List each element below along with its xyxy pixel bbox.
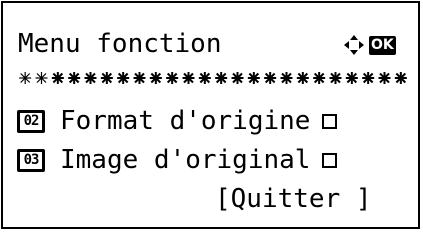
separator-star <box>117 72 130 84</box>
separator-star <box>149 72 162 84</box>
separator-star <box>35 72 48 84</box>
separator-star <box>362 72 375 84</box>
separator-star <box>247 72 260 84</box>
lcd-panel: Menu fonction OK 02 Format d'origine 03 … <box>1 1 420 229</box>
separator-star <box>198 72 211 84</box>
empty-checkbox-icon[interactable] <box>322 113 338 129</box>
separator-star <box>19 72 32 84</box>
item-number-badge: 02 <box>17 109 45 133</box>
progress-separator <box>17 71 409 85</box>
separator-star <box>68 72 81 84</box>
separator-star <box>313 72 326 84</box>
menu-item-label: Image d'original <box>60 145 311 175</box>
separator-star <box>166 72 179 84</box>
four-way-arrow-icon <box>343 34 365 56</box>
separator-star <box>51 72 64 84</box>
menu-item-label: Format d'origine <box>60 106 311 136</box>
separator-star <box>215 72 228 84</box>
screen-title: Menu fonction <box>18 29 222 59</box>
separator-star <box>394 72 407 84</box>
menu-item-image-original[interactable]: 03 Image d'original <box>17 145 338 175</box>
empty-checkbox-icon[interactable] <box>322 152 338 168</box>
separator-star <box>182 72 195 84</box>
separator-star <box>133 72 146 84</box>
navigation-hint: OK <box>343 31 396 59</box>
menu-item-format-origine[interactable]: 02 Format d'origine <box>17 106 338 136</box>
ok-key-icon: OK <box>369 35 396 55</box>
separator-star <box>378 72 391 84</box>
separator-star <box>280 72 293 84</box>
item-number-badge: 03 <box>17 148 45 172</box>
separator-star <box>264 72 277 84</box>
separator-star <box>100 72 113 84</box>
quit-option[interactable]: [Quitter ] <box>215 184 372 214</box>
separator-star <box>329 72 342 84</box>
separator-star <box>84 72 97 84</box>
separator-star <box>296 72 309 84</box>
separator-star <box>345 72 358 84</box>
separator-star <box>231 72 244 84</box>
